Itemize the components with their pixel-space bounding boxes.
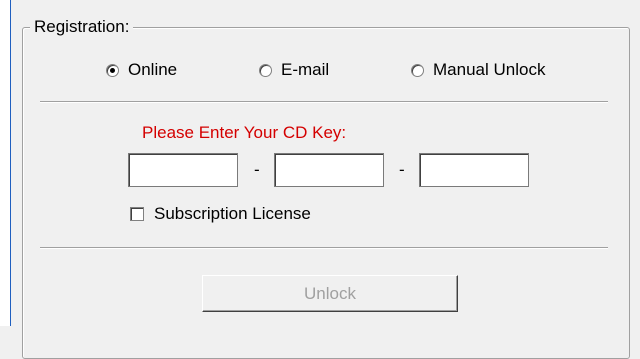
radio-online[interactable]: Online — [106, 58, 177, 82]
subscription-license-label: Subscription License — [154, 204, 311, 223]
window-left-edge — [0, 0, 10, 326]
radio-manual-unlock-label: Manual Unlock — [433, 60, 546, 79]
cd-key-separator-1: - — [254, 160, 260, 179]
radio-email[interactable]: E-mail — [259, 58, 329, 82]
radio-email-indicator[interactable] — [259, 63, 272, 77]
cd-key-segment-2[interactable] — [274, 153, 384, 187]
separator-top — [40, 101, 608, 102]
radio-online-label: Online — [128, 60, 178, 79]
unlock-button-label: Unlock — [304, 283, 356, 303]
cd-key-segment-3[interactable] — [419, 153, 529, 187]
cd-key-prompt: Please Enter Your CD Key: — [142, 123, 347, 142]
cd-key-segment-1[interactable] — [128, 153, 238, 187]
radio-manual-unlock[interactable]: Manual Unlock — [411, 58, 545, 82]
radio-email-label: E-mail — [281, 60, 330, 79]
subscription-license-option[interactable]: Subscription License — [130, 202, 311, 226]
window-left-border — [10, 0, 11, 326]
registration-group-legend: Registration: — [30, 15, 134, 39]
radio-manual-unlock-indicator[interactable] — [411, 63, 424, 77]
radio-online-indicator[interactable] — [106, 63, 119, 77]
unlock-button[interactable]: Unlock — [202, 275, 458, 312]
separator-bottom — [40, 247, 608, 248]
subscription-license-checkbox[interactable] — [130, 207, 144, 221]
cd-key-separator-2: - — [399, 160, 405, 179]
